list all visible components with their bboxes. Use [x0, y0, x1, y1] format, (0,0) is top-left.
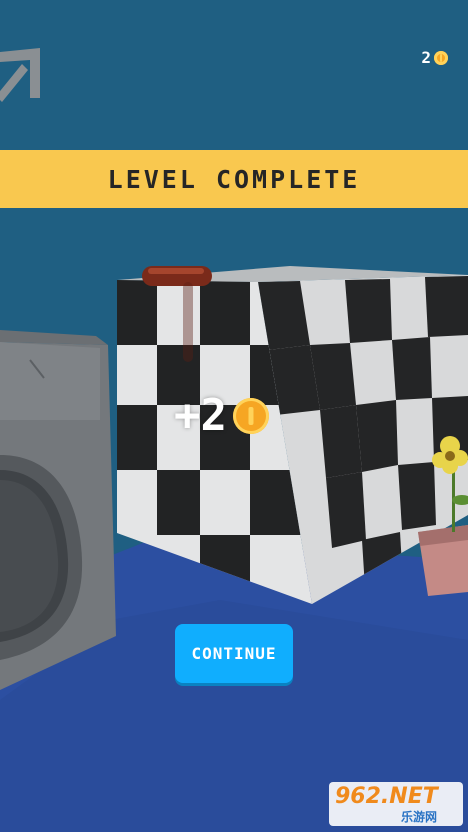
level-complete-banner: LEVEL COMPLETE: [0, 150, 468, 208]
banner-title: LEVEL COMPLETE: [107, 164, 361, 194]
reward-value: +2: [174, 390, 227, 441]
coin-icon: [434, 51, 448, 65]
continue-button[interactable]: CONTINUE: [175, 624, 293, 683]
coin-counter: 2: [421, 50, 448, 66]
washing-machine: [0, 330, 116, 690]
coin-count: 2: [421, 48, 431, 67]
watermark-logo: 962.NET 乐游网: [329, 782, 463, 826]
coin-icon: [232, 398, 269, 434]
watermark-main-text: 962.NET: [335, 784, 438, 809]
continue-button-label: CONTINUE: [191, 644, 277, 663]
watermark-sub-text: 乐游网: [401, 810, 438, 824]
reward-display: +2: [174, 392, 269, 440]
